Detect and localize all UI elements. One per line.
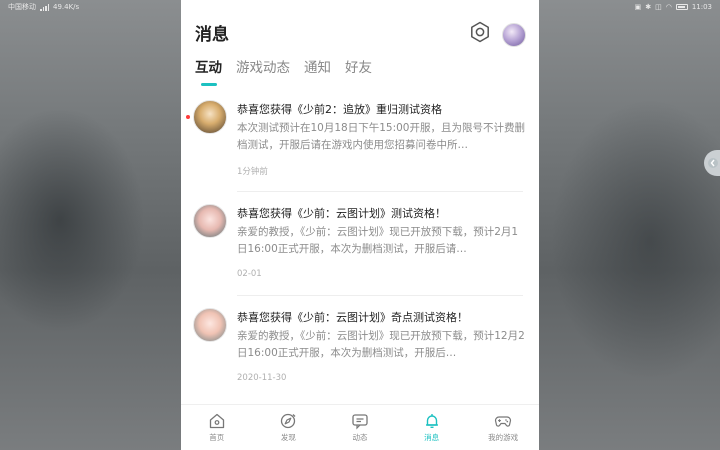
nav-home-label: 首页 [209,433,225,442]
battery-icon [675,4,688,10]
signal-icon [40,3,49,11]
page-title: 消息 [195,25,229,45]
sender-avatar[interactable] [193,100,227,134]
tab-bar: 互动 游戏动态 通知 好友 [195,58,372,86]
message-time: 02-01 [237,269,262,279]
message-title: 恭喜您获得《少前：云图计划》奇点测试资格！ [237,311,468,324]
message-title: 恭喜您获得《少前：云图计划》测试资格！ [237,207,446,220]
chevron-left-icon [708,158,718,168]
network-speed: 49.4K/s [53,3,80,11]
nav-feed[interactable]: 动态 [324,405,396,450]
sender-avatar[interactable] [193,308,227,342]
bell-icon [425,414,438,428]
message-item[interactable]: 恭喜您获得《少前：云图计划》奇点测试资格！ 亲爱的教授，《少前：云图计划》现已开… [181,296,539,400]
sender-avatar[interactable] [193,204,227,238]
gamepad-icon [495,416,512,427]
header: 消息 [181,0,539,56]
message-time: 1分钟前 [237,167,268,177]
home-icon [209,413,224,429]
nav-discover[interactable]: 发现 [253,405,325,450]
wifi-icon: ◠ [665,3,672,11]
nav-discover-label: 发现 [280,433,296,442]
carrier-label: 中国移动 [8,3,36,11]
chat-icon [352,414,368,430]
nav-feed-label: 动态 [352,433,368,442]
message-body: 亲爱的教授，《少前：云图计划》现已开放预下载，预计12月2日16:00正式开服，… [237,330,525,359]
compass-icon [281,413,296,429]
tab-game-news[interactable]: 游戏动态 [236,58,290,86]
message-body: 本次测试预计在10月18日下午15:00开服，且为限号不计费删档测试，开服后请在… [237,122,525,151]
bluetooth-icon: ✱ [645,3,652,11]
messages-panel: 消息 互动 游戏动态 通知 好友 恭喜您获得《少前2：追放》重归测试资格 本次测… [181,0,539,450]
message-item[interactable]: 恭喜您获得《少前：云图计划》测试资格！ 亲爱的教授，《少前：云图计划》现已开放预… [181,192,539,296]
unread-dot [186,115,190,119]
gear-icon [471,21,489,43]
nav-home[interactable]: 首页 [181,405,253,450]
tab-interaction[interactable]: 互动 [195,58,222,86]
nav-messages[interactable]: 消息 [396,405,468,450]
nav-messages-label: 消息 [424,433,440,442]
settings-button[interactable] [469,21,491,43]
nav-my-games-label: 我的游戏 [488,433,519,442]
nav-my-games[interactable]: 我的游戏 [467,405,539,450]
message-item[interactable]: 恭喜您获得《少前2：追放》重归测试资格 本次测试预计在10月18日下午15:00… [181,88,539,192]
user-avatar[interactable] [502,23,526,47]
message-title: 恭喜您获得《少前2：追放》重归测试资格 [237,103,442,116]
vibrate-icon: ◫ [655,3,662,11]
clock: 11:03 [691,3,712,11]
tab-friends[interactable]: 好友 [345,58,372,86]
message-list: 恭喜您获得《少前2：追放》重归测试资格 本次测试预计在10月18日下午15:00… [181,88,539,400]
message-time: 2020-11-30 [237,373,287,383]
nfc-icon: ▣ [634,3,642,11]
bottom-nav: 首页 发现 动态 消息 我的游戏 [181,404,539,450]
tab-notifications[interactable]: 通知 [304,58,331,86]
message-body: 亲爱的教授，《少前：云图计划》现已开放预下载，预计2月1日16:00正式开服，本… [237,226,519,255]
